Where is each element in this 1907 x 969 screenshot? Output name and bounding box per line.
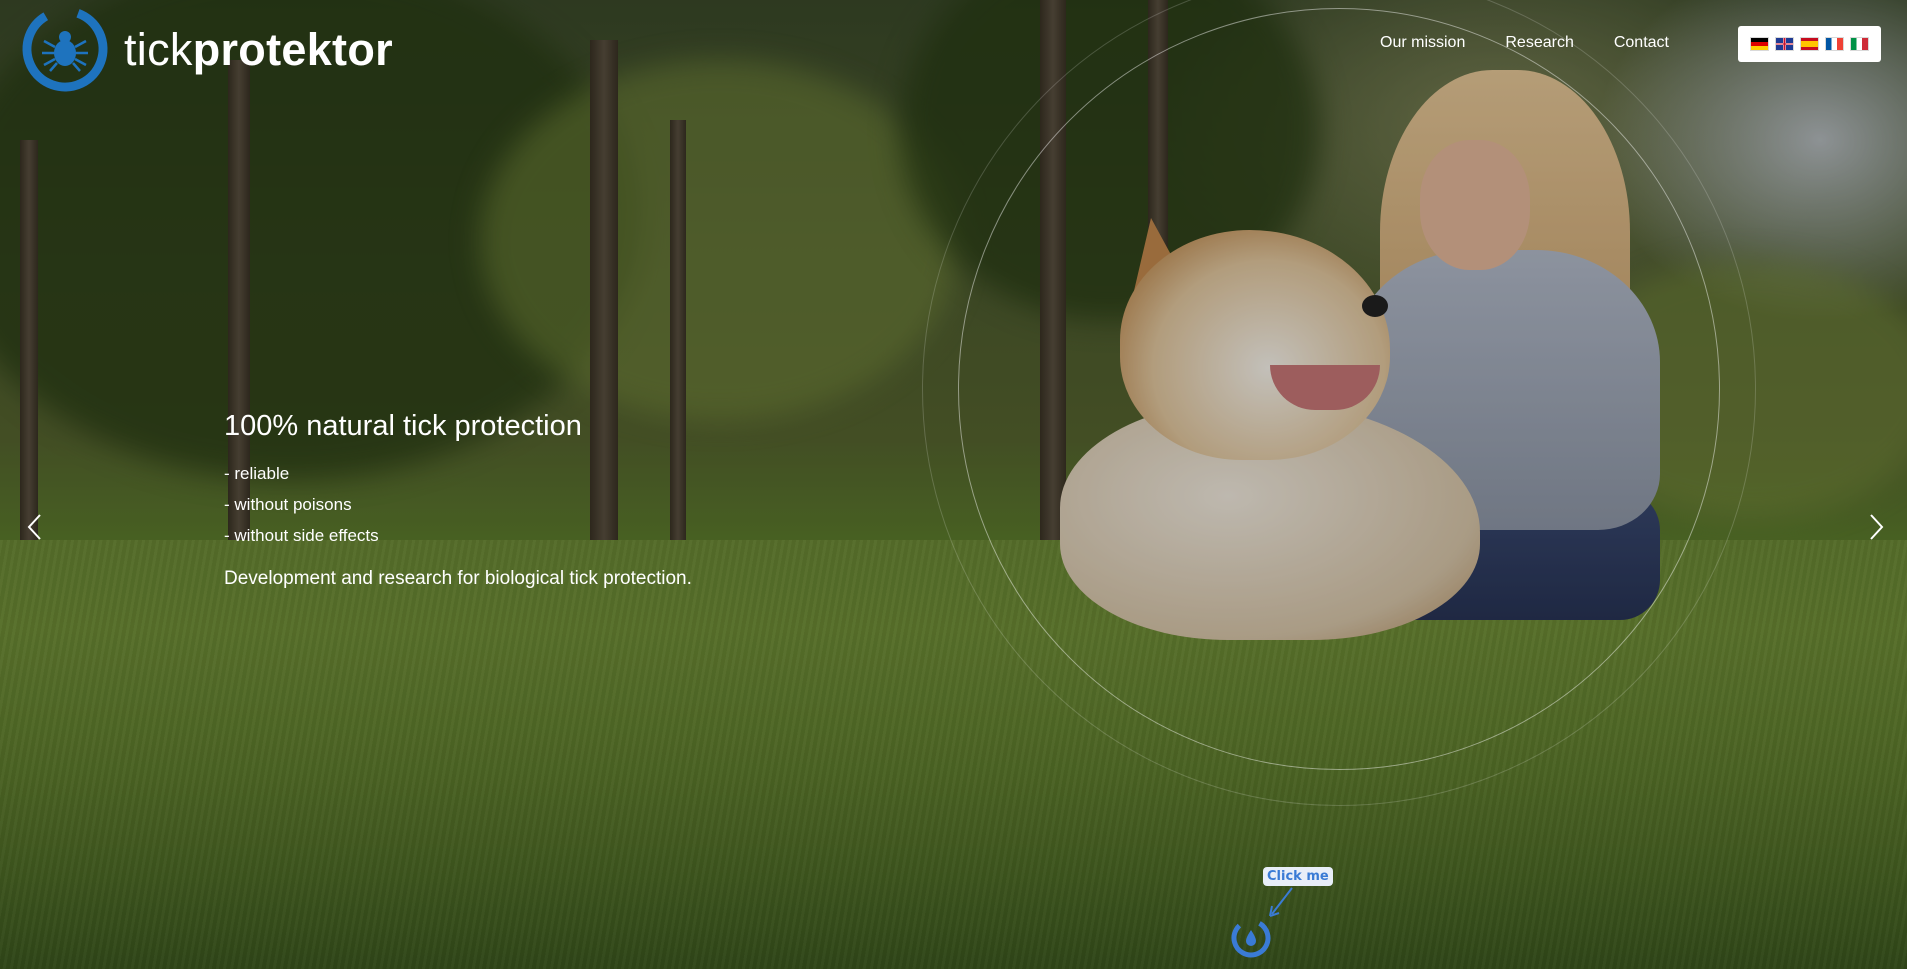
hero-bullet: - reliable: [224, 464, 290, 483]
nav-research[interactable]: Research: [1505, 34, 1573, 52]
tick-in-circle-icon: [20, 5, 110, 93]
chevron-right-icon: [1870, 514, 1884, 540]
language-switcher: [1738, 26, 1881, 62]
brand-name: tickprotektor: [124, 27, 393, 72]
flag-gb-icon[interactable]: [1776, 38, 1793, 50]
pointer-arrow-icon: [1269, 887, 1293, 917]
hero-bullets: - reliable - without poisons - without s…: [224, 465, 692, 544]
main-nav: Our mission Research Contact: [1380, 34, 1669, 52]
hero-bullet: - without poisons: [224, 495, 352, 514]
nav-our-mission[interactable]: Our mission: [1380, 34, 1465, 52]
flag-es-icon[interactable]: [1801, 38, 1818, 50]
site-logo[interactable]: tickprotektor: [20, 5, 393, 93]
hero-content: 100% natural tick protection - reliable …: [224, 410, 692, 590]
flag-de-icon[interactable]: [1751, 38, 1768, 50]
flag-fr-icon[interactable]: [1826, 38, 1843, 50]
water-drop-icon: [1231, 918, 1271, 958]
hero-bullet: - without side effects: [224, 526, 379, 545]
brand-name-light: tick: [124, 23, 193, 75]
hero-subtitle: Development and research for biological …: [224, 568, 692, 589]
nav-contact[interactable]: Contact: [1614, 34, 1669, 52]
slider-next-button[interactable]: [1861, 512, 1891, 542]
decorative-ring-inner: [958, 8, 1720, 770]
flag-it-icon[interactable]: [1851, 38, 1868, 50]
click-me-badge: Click me: [1263, 867, 1333, 886]
hero-title: 100% natural tick protection: [224, 410, 582, 442]
slider-prev-button[interactable]: [20, 512, 50, 542]
chevron-left-icon: [27, 514, 41, 540]
water-drop-button[interactable]: [1229, 916, 1273, 960]
brand-name-bold: protektor: [192, 23, 393, 75]
